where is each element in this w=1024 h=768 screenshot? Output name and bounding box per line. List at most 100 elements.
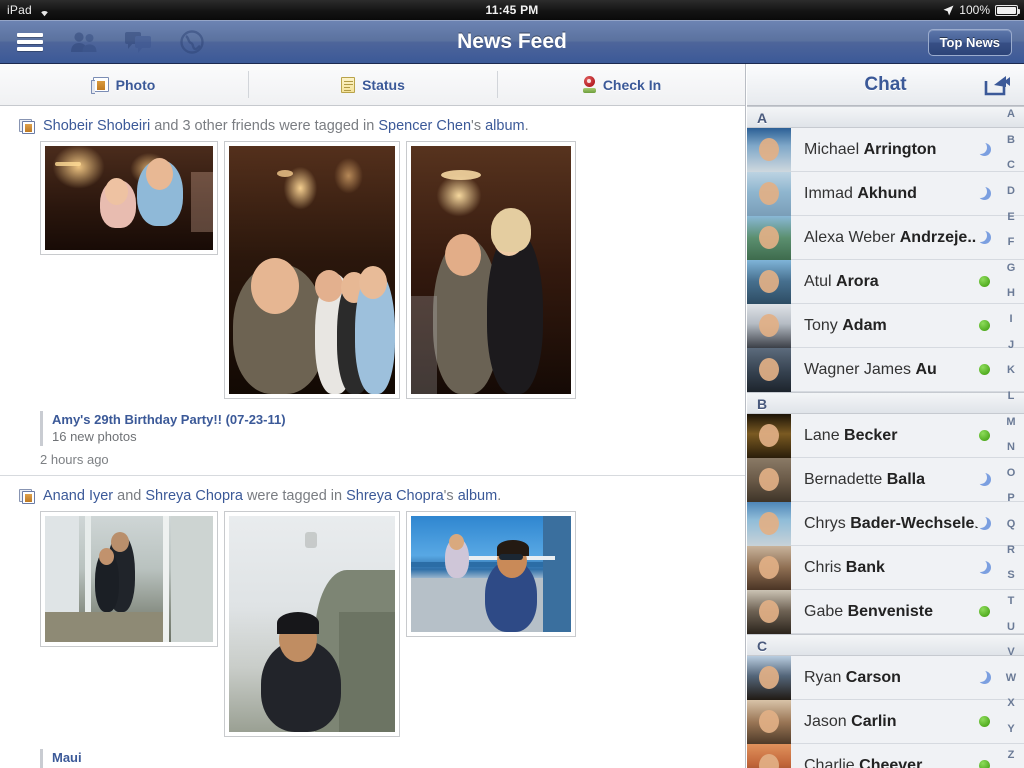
chat-buddy-row[interactable]: Bernadette Balla <box>747 457 1024 502</box>
feed-scroll-area[interactable]: Shobeir Shobeiri and 3 other friends wer… <box>0 106 745 768</box>
chat-buddy-row[interactable]: Chrys Bader-Wechseler <box>747 501 1024 546</box>
chat-buddy-name: Immad Akhund <box>791 185 978 203</box>
navigation-bar: News Feed Top News <box>0 20 1024 64</box>
alphabet-index-letter[interactable]: W <box>1006 672 1016 684</box>
story-text-3: . <box>524 118 529 134</box>
chat-buddy-row[interactable]: Wagner James Au <box>747 347 1024 392</box>
status-bar-right: 100% <box>943 3 1020 17</box>
chat-buddy-row[interactable]: Atul Arora <box>747 259 1024 304</box>
alphabet-index-letter[interactable]: F <box>1008 237 1015 248</box>
photo-thumbnail[interactable] <box>224 141 400 399</box>
avatar <box>747 457 791 502</box>
buddy-first-name: Alexa Weber <box>804 228 900 246</box>
alphabet-index-letter[interactable]: V <box>1007 647 1014 658</box>
alphabet-index-letter[interactable]: L <box>1008 390 1015 402</box>
buddy-last-name: Bader-Wechseler <box>850 514 978 532</box>
status-idle-icon <box>974 141 991 156</box>
feed-story: Anand Iyer and Shreya Chopra were tagged… <box>0 476 745 768</box>
composer-status-button[interactable]: Status <box>249 64 497 105</box>
buddy-first-name: Immad <box>804 184 858 202</box>
alphabet-index-letter[interactable]: N <box>1007 442 1015 453</box>
composer-checkin-button[interactable]: Check In <box>498 64 745 105</box>
status-online-icon <box>979 430 990 441</box>
chat-buddy-name: Lane Becker <box>791 427 979 445</box>
chat-buddy-name: Bernadette Balla <box>791 471 978 489</box>
alphabet-index-letter[interactable]: S <box>1007 570 1014 581</box>
chat-buddy-list[interactable]: A Michael Arrington Immad Akhund Alexa Webe… <box>747 106 1024 768</box>
photo-thumbnail[interactable] <box>406 141 576 399</box>
chat-buddy-name: Wagner James Au <box>791 361 979 379</box>
alphabet-index-letter[interactable]: R <box>1007 544 1015 556</box>
avatar <box>747 501 791 546</box>
top-news-button[interactable]: Top News <box>927 29 1012 56</box>
alphabet-index-letter[interactable]: O <box>1007 467 1016 479</box>
battery-percent-label: 100% <box>959 3 990 17</box>
buddy-first-name: Tony <box>804 316 843 334</box>
story-actor-link[interactable]: Shobeir Shobeiri <box>43 118 150 134</box>
chat-buddy-row[interactable]: Michael Arrington <box>747 127 1024 172</box>
alphabet-index-letter[interactable]: D <box>1007 185 1015 197</box>
alphabet-index-letter[interactable]: T <box>1008 595 1015 607</box>
alphabet-index-letter[interactable]: C <box>1007 160 1015 171</box>
avatar <box>747 347 791 392</box>
composer-photo-button[interactable]: Photo <box>0 64 248 105</box>
photo-thumbnail[interactable] <box>406 511 576 637</box>
story-headline: Anand Iyer and Shreya Chopra were tagged… <box>0 484 745 511</box>
avatar <box>747 413 791 458</box>
composer-bar: Photo Status Check In <box>0 64 745 106</box>
alphabet-index-letter[interactable]: J <box>1008 339 1014 351</box>
photo-thumbnail[interactable] <box>224 511 400 737</box>
chat-buddy-row[interactable]: Chris Bank <box>747 545 1024 590</box>
album-title[interactable]: Maui <box>52 749 745 766</box>
composer-checkin-label: Check In <box>602 76 662 93</box>
chat-buddy-row[interactable]: Lane Becker <box>747 413 1024 458</box>
alphabet-index-letter[interactable]: E <box>1007 211 1014 223</box>
story-actor-link[interactable]: Anand Iyer <box>43 488 113 504</box>
buddy-last-name: Carson <box>845 668 901 686</box>
photo-album-icon <box>19 489 36 504</box>
alphabet-index-letter[interactable]: P <box>1007 493 1014 504</box>
story-target-link[interactable]: Shreya Chopra <box>346 488 444 504</box>
buddy-last-name: Cheever <box>859 756 923 768</box>
story-object-link[interactable]: album <box>458 488 498 504</box>
alphabet-index[interactable]: A B C D E F G H I J K L M N O P Q R S T U V W X Y Z <box>998 106 1024 764</box>
album-summary: Amy's 29th Birthday Party!! (07-23-11) 1… <box>40 411 745 446</box>
story-actor2-link[interactable]: Shreya Chopra <box>145 488 243 504</box>
photo-thumbnail[interactable] <box>40 511 218 647</box>
chat-buddy-row[interactable]: Gabe Benveniste <box>747 589 1024 634</box>
avatar <box>747 171 791 216</box>
buddy-last-name: Benveniste <box>847 602 933 620</box>
chat-buddy-row[interactable]: Charlie Cheever <box>747 743 1024 768</box>
alphabet-index-letter[interactable]: Y <box>1007 724 1014 735</box>
status-online-icon <box>979 320 990 331</box>
alphabet-index-letter[interactable]: M <box>1006 416 1015 428</box>
story-text-1b: were tagged in <box>242 488 347 504</box>
alphabet-index-letter[interactable]: Z <box>1008 749 1015 761</box>
buddy-first-name: Charlie <box>804 756 860 768</box>
chat-buddy-row[interactable]: Immad Akhund <box>747 171 1024 216</box>
chat-buddy-row[interactable]: Jason Carlin <box>747 699 1024 744</box>
alphabet-index-letter[interactable]: H <box>1007 288 1015 299</box>
avatar <box>747 655 791 700</box>
chat-buddy-row[interactable]: Ryan Carson <box>747 655 1024 700</box>
chat-section-header: A <box>747 106 1024 128</box>
chat-buddy-row[interactable]: Tony Adam <box>747 303 1024 348</box>
buddy-first-name: Ryan <box>804 668 846 686</box>
alphabet-index-letter[interactable]: K <box>1007 365 1015 376</box>
story-text-3: . <box>497 488 502 504</box>
share-compose-icon[interactable] <box>984 74 1010 101</box>
alphabet-index-letter[interactable]: I <box>1009 314 1012 325</box>
alphabet-index-letter[interactable]: A <box>1007 109 1015 120</box>
photo-thumbnail[interactable] <box>40 141 218 255</box>
story-object-link[interactable]: album <box>485 118 525 134</box>
alphabet-index-letter[interactable]: X <box>1007 698 1014 709</box>
alphabet-index-letter[interactable]: U <box>1007 621 1015 633</box>
alphabet-index-letter[interactable]: G <box>1007 262 1016 274</box>
buddy-last-name: Akhund <box>857 184 917 202</box>
status-online-icon <box>979 364 990 375</box>
chat-buddy-row[interactable]: Alexa Weber Andrzeje.. <box>747 215 1024 260</box>
alphabet-index-letter[interactable]: Q <box>1007 519 1016 530</box>
alphabet-index-letter[interactable]: B <box>1007 134 1015 146</box>
story-target-link[interactable]: Spencer Chen <box>378 118 471 134</box>
album-title[interactable]: Amy's 29th Birthday Party!! (07-23-11) <box>52 411 745 428</box>
